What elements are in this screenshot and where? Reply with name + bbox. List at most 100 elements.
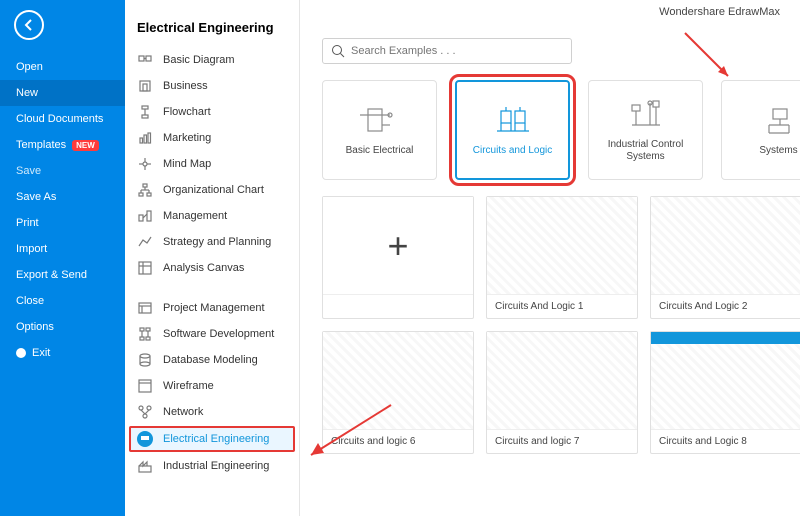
template-thumb [323,332,473,430]
tile-systems[interactable]: Systems [721,80,800,180]
main-content: Wondershare EdrawMax Basic Electrical Cir… [300,0,800,516]
template-circuits-and-logic-8[interactable]: Circuits and Logic 8 [650,331,800,454]
category-label: Industrial Engineering [163,460,269,472]
tile-label: Systems [755,145,800,157]
category-database-modeling[interactable]: Database Modeling [125,347,299,373]
template-label: Circuits and logic 7 [487,430,637,453]
template-circuits-and-logic-7[interactable]: Circuits and logic 7 [486,331,638,454]
software-icon [137,326,153,342]
file-menu-sidebar: Open New Cloud Documents TemplatesNEW Sa… [0,0,125,516]
menu-options[interactable]: Options [0,314,125,340]
template-thumb [651,332,800,430]
industrial-icon [137,458,153,474]
category-project-management[interactable]: Project Management [125,295,299,321]
menu-open[interactable]: Open [0,54,125,80]
category-label: Analysis Canvas [163,262,244,274]
menu-save[interactable]: Save [0,158,125,184]
category-label: Electrical Engineering [163,433,269,445]
template-label: Circuits and Logic 8 [651,430,800,453]
template-circuits-and-logic-1[interactable]: Circuits And Logic 1 [486,196,638,319]
category-label: Mind Map [163,158,211,170]
category-mind-map[interactable]: Mind Map [125,151,299,177]
management-icon [137,208,153,224]
category-flowchart[interactable]: Flowchart [125,99,299,125]
category-business[interactable]: Business [125,73,299,99]
category-software-development[interactable]: Software Development [125,321,299,347]
org-chart-icon [137,182,153,198]
search-examples[interactable] [322,38,572,64]
category-analysis-canvas[interactable]: Analysis Canvas [125,255,299,281]
category-industrial-engineering[interactable]: Industrial Engineering [125,453,299,479]
marketing-icon [137,130,153,146]
electrical-icon [137,431,153,447]
basic-diagram-icon [137,52,153,68]
menu-export-send[interactable]: Export & Send [0,262,125,288]
template-label: Circuits and logic 6 [323,430,473,453]
category-sidebar: Electrical Engineering Basic Diagram Busi… [125,0,300,516]
brand-label: Wondershare EdrawMax [659,6,780,18]
template-new-blank[interactable]: + [322,196,474,319]
category-label: Wireframe [163,380,214,392]
template-circuits-and-logic-6[interactable]: Circuits and logic 6 [322,331,474,454]
search-input[interactable] [351,45,563,57]
category-label: Network [163,406,203,418]
back-button[interactable] [14,10,44,40]
category-management[interactable]: Management [125,203,299,229]
category-label: Management [163,210,227,222]
menu-templates[interactable]: TemplatesNEW [0,132,125,158]
template-label: Circuits And Logic 2 [651,295,800,318]
category-label: Business [163,80,208,92]
category-label: Organizational Chart [163,184,264,196]
strategy-icon [137,234,153,250]
category-label: Database Modeling [163,354,258,366]
category-label: Strategy and Planning [163,236,271,248]
search-icon [331,44,345,58]
industrial-control-icon [626,97,666,131]
network-icon [137,404,153,420]
tile-industrial-control-systems[interactable]: Industrial Control Systems [588,80,703,180]
exit-icon [16,348,26,358]
circuits-logic-icon [493,103,533,137]
template-thumb: + [323,197,473,295]
category-label: Project Management [163,302,265,314]
category-title: Electrical Engineering [125,0,299,47]
template-thumb [487,332,637,430]
menu-print[interactable]: Print [0,210,125,236]
menu-cloud-documents[interactable]: Cloud Documents [0,106,125,132]
flowchart-icon [137,104,153,120]
new-badge: NEW [72,140,99,151]
menu-exit[interactable]: Exit [0,340,125,366]
basic-electrical-icon [360,103,400,137]
category-organizational-chart[interactable]: Organizational Chart [125,177,299,203]
category-wireframe[interactable]: Wireframe [125,373,299,399]
tile-label: Industrial Control Systems [589,139,702,163]
category-electrical-engineering[interactable]: Electrical Engineering [129,426,295,452]
mindmap-icon [137,156,153,172]
category-label: Marketing [163,132,211,144]
category-marketing[interactable]: Marketing [125,125,299,151]
category-label: Flowchart [163,106,211,118]
database-icon [137,352,153,368]
category-label: Basic Diagram [163,54,235,66]
wireframe-icon [137,378,153,394]
category-network[interactable]: Network [125,399,299,425]
category-basic-diagram[interactable]: Basic Diagram [125,47,299,73]
project-icon [137,300,153,316]
tile-label: Circuits and Logic [469,145,556,157]
business-icon [137,78,153,94]
menu-new[interactable]: New [0,80,125,106]
template-circuits-and-logic-2[interactable]: Circuits And Logic 2 [650,196,800,319]
category-label: Software Development [163,328,274,340]
menu-close[interactable]: Close [0,288,125,314]
category-strategy-and-planning[interactable]: Strategy and Planning [125,229,299,255]
template-label: Circuits And Logic 1 [487,295,637,318]
tile-basic-electrical[interactable]: Basic Electrical [322,80,437,180]
template-thumb [651,197,800,295]
tile-label: Basic Electrical [342,145,418,157]
tile-circuits-and-logic[interactable]: Circuits and Logic [455,80,570,180]
template-thumb [487,197,637,295]
menu-import[interactable]: Import [0,236,125,262]
menu-save-as[interactable]: Save As [0,184,125,210]
analysis-icon [137,260,153,276]
systems-icon [759,103,799,137]
